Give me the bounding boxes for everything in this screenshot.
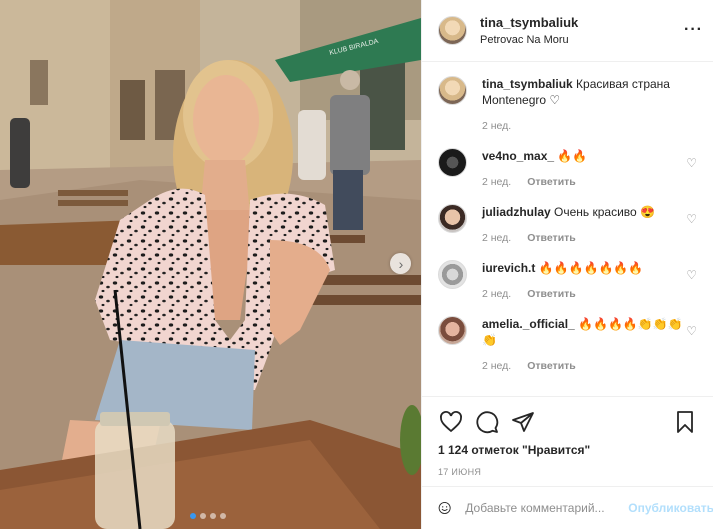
post-photo[interactable]: KLUB BIRALDA › [0,0,421,529]
heart-icon [440,411,462,433]
carousel-dot [220,513,226,519]
comment-username[interactable]: ve4no_max_ [482,149,554,163]
save-button[interactable] [672,409,698,435]
post-side-panel: tina_tsymbaliuk Petrovac Na Moru ··· tin… [421,0,713,529]
comment-button[interactable] [474,409,500,435]
comment-username[interactable]: juliadzhulay [482,205,551,219]
more-options-icon[interactable]: ··· [684,22,703,38]
comment-item: juliadzhulay Очень красиво 😍 2 нед. Отве… [438,204,697,246]
commenter-avatar[interactable] [438,148,467,177]
comment-item: amelia._official_ 🔥🔥🔥🔥👏👏👏👏 2 нед. Ответи… [438,316,697,374]
comment-text: Очень красиво 😍 [554,205,655,219]
chevron-right-icon: › [398,255,404,272]
post-actions: 1 124 отметок "Нравится" 17 ИЮНЯ [422,396,713,477]
caption-username[interactable]: tina_tsymbaliuk [482,77,573,91]
publish-button[interactable]: Опубликовать [628,501,713,515]
next-slide-button[interactable]: › [390,253,411,274]
author-username[interactable]: tina_tsymbaliuk [480,15,578,30]
emoji-icon[interactable] [438,497,451,519]
caption-avatar[interactable] [438,76,467,105]
carousel-dot [210,513,216,519]
comment-like-heart-icon[interactable]: ♡ [686,268,697,282]
share-button[interactable] [510,409,536,435]
commenter-avatar[interactable] [438,316,467,345]
comment-like-heart-icon[interactable]: ♡ [686,324,697,338]
post-location[interactable]: Petrovac Na Moru [480,34,578,46]
post-header: tina_tsymbaliuk Petrovac Na Moru ··· [422,0,713,62]
carousel-dot-active [190,513,196,519]
post-date[interactable]: 17 ИЮНЯ [438,467,698,477]
comment-like-heart-icon[interactable]: ♡ [686,156,697,170]
like-button[interactable] [438,409,464,435]
instagram-post: KLUB BIRALDA › tina_tsymbaliuk Petrovac … [0,0,713,529]
comment-icon [476,411,499,434]
comment-username[interactable]: amelia._official_ [482,317,575,331]
comment-text: 🔥🔥 [557,149,588,163]
comment-item: ve4no_max_ 🔥🔥 2 нед. Ответить ♡ [438,148,697,190]
paper-plane-icon [512,412,534,432]
comment-username[interactable]: iurevich.t [482,261,535,275]
reply-button[interactable]: Ответить [527,174,576,190]
reply-button[interactable]: Ответить [527,286,576,302]
caption-time[interactable]: 2 нед. [482,118,511,134]
comments-list[interactable]: tina_tsymbaliuk Красивая страна Monteneg… [422,62,713,396]
comment-like-heart-icon[interactable]: ♡ [686,212,697,226]
reply-button[interactable]: Ответить [527,230,576,246]
comment-item: iurevich.t 🔥🔥🔥🔥🔥🔥🔥 2 нед. Ответить ♡ [438,260,697,302]
carousel-dot [200,513,206,519]
bookmark-icon [677,411,693,433]
comment-time[interactable]: 2 нед. [482,286,511,302]
comment-time[interactable]: 2 нед. [482,230,511,246]
comment-input[interactable] [465,501,621,515]
carousel-indicator [190,513,226,519]
photo-illustration: KLUB BIRALDA [0,0,421,529]
commenter-avatar[interactable] [438,204,467,233]
comment-time[interactable]: 2 нед. [482,358,511,374]
comment-text: 🔥🔥🔥🔥🔥🔥🔥 [538,261,644,275]
add-comment-bar: Опубликовать [422,486,713,529]
reply-button[interactable]: Ответить [527,358,576,374]
caption: tina_tsymbaliuk Красивая страна Monteneg… [438,76,697,134]
author-avatar[interactable] [438,16,467,45]
comment-time[interactable]: 2 нед. [482,174,511,190]
likes-count[interactable]: 1 124 отметок "Нравится" [438,443,698,457]
commenter-avatar[interactable] [438,260,467,289]
